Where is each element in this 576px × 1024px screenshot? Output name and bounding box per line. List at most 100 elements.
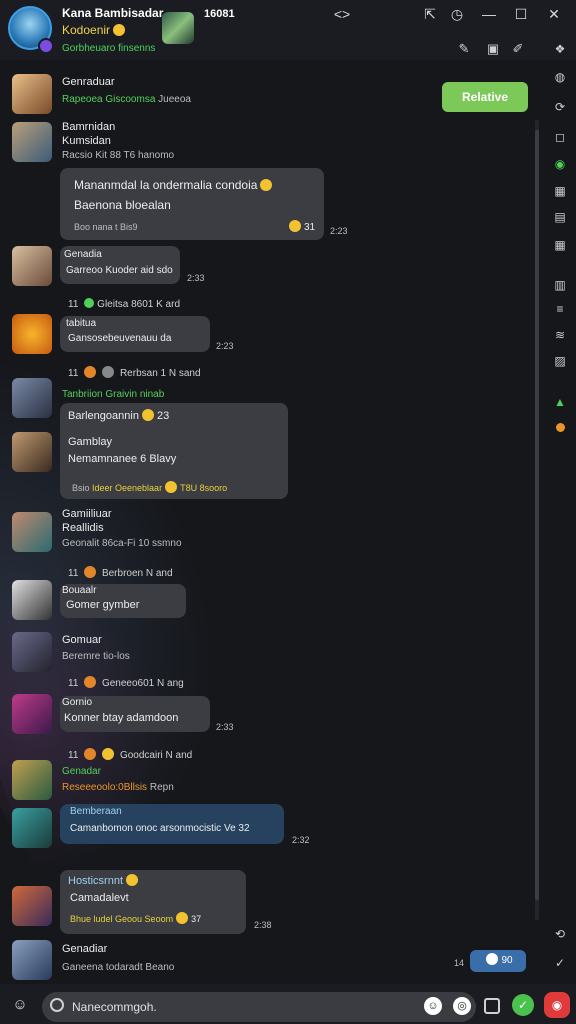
timestamp: 2:23 [216, 341, 234, 351]
sender-name[interactable]: Bouaalr [62, 585, 96, 596]
message-text: Gomer gymber [66, 599, 140, 611]
sender-name[interactable]: Genadiar [62, 943, 107, 955]
pin-icon[interactable]: ⇱ [421, 5, 439, 23]
pen-icon[interactable]: ✎ [456, 41, 472, 57]
presence-badge [38, 38, 54, 54]
avatar[interactable] [12, 940, 52, 980]
timestamp: 2:32 [292, 835, 310, 845]
check-circle-icon[interactable]: ◉ [551, 155, 569, 173]
avatar[interactable] [12, 314, 52, 354]
status-dot-icon [556, 423, 565, 432]
attach-icon[interactable] [50, 998, 64, 1012]
list-icon[interactable]: ≡ [551, 300, 569, 318]
group-avatar[interactable] [162, 12, 194, 44]
avatar[interactable] [12, 760, 52, 800]
avatar[interactable] [12, 580, 52, 620]
message-meta: Beremre tio-los [62, 651, 130, 662]
avatar[interactable] [12, 632, 52, 672]
unread-count: 14 [454, 958, 465, 968]
sender-name[interactable]: Genadia [64, 249, 102, 260]
timer-icon[interactable]: ◷ [448, 5, 466, 23]
chat-status: Kodoenir [62, 23, 128, 37]
avatar[interactable] [12, 512, 52, 552]
scrollbar-thumb[interactable] [535, 130, 539, 900]
edit-icon[interactable]: ✐ [510, 41, 526, 57]
refresh-icon[interactable]: ⟳ [551, 98, 569, 116]
system-message: 11 Rerbsan 1 N sand [68, 366, 201, 379]
timestamp: 2:23 [330, 226, 348, 236]
bot-icon[interactable]: ☺ [10, 995, 30, 1015]
gallery-icon[interactable]: ▦ [551, 236, 569, 254]
code-icon[interactable]: <> [333, 5, 351, 23]
photo-icon[interactable]: ▨ [551, 352, 569, 370]
emoji-icon [102, 366, 115, 378]
message-text: Gansosebeuvenauu da [68, 333, 172, 344]
chat-icon[interactable]: ◻ [551, 128, 569, 146]
sender-name[interactable]: Genadar [62, 766, 101, 777]
gift-icon[interactable]: ❖ [551, 40, 569, 58]
sender-name[interactable]: Bamrnidan Kumsidan [62, 120, 115, 148]
message-input-placeholder[interactable]: Nanecommgoh. [72, 1000, 157, 1014]
header-counter: 16081 [204, 8, 235, 20]
message-meta: Boo nana t Bis9 [74, 222, 138, 232]
message-meta: Bhue ludel Geoou Seoom 37 [70, 912, 202, 924]
avatar[interactable] [12, 74, 52, 114]
avatar[interactable] [12, 378, 52, 418]
reaction[interactable]: 31 [286, 220, 315, 233]
sender-name[interactable]: Bemberaan [70, 806, 122, 817]
history-icon[interactable]: ⟲ [551, 925, 569, 943]
jump-to-latest-button[interactable]: 90 [470, 950, 526, 972]
emoji-picker-icon[interactable]: ☺ [424, 997, 442, 1015]
sender-name[interactable]: Hosticsrnnt [68, 874, 141, 887]
record-icon[interactable]: ◉ [544, 992, 570, 1018]
gif-icon[interactable] [484, 998, 500, 1014]
emoji-icon [84, 566, 97, 578]
sender-name[interactable]: Tanbriion Graivin ninab [62, 389, 164, 400]
minimize-icon[interactable]: — [480, 5, 498, 23]
chat-title: Kana Bambisadar [62, 6, 164, 20]
arrow-icon [486, 953, 499, 965]
relative-button[interactable]: Relative [442, 82, 528, 112]
message-meta: Reseeeoolo:0Bllsis Repn [62, 782, 174, 793]
voice-icon[interactable]: ≋ [551, 326, 569, 344]
check-icon[interactable]: ✓ [551, 954, 569, 972]
emoji-icon [102, 748, 115, 760]
maximize-icon[interactable]: ☐ [512, 5, 530, 23]
sender-name[interactable]: Gamiiliuar Reallidis [62, 507, 112, 535]
avatar[interactable] [12, 246, 52, 286]
emoji-icon [176, 912, 189, 924]
emoji-icon [289, 220, 301, 232]
wifi-icon[interactable]: ◍ [551, 68, 569, 86]
sender-name[interactable]: Gomuar [62, 634, 102, 646]
system-message: 11 Gleitsa 8601 K ard [68, 298, 180, 310]
emoji-icon [84, 748, 97, 760]
emoji-icon [165, 481, 178, 493]
message-text: Konner btay adamdoon [64, 712, 179, 724]
emoji-icon [113, 24, 126, 36]
avatar[interactable] [12, 886, 52, 926]
avatar[interactable] [12, 432, 52, 472]
avatar[interactable] [12, 694, 52, 734]
sender-name[interactable]: Gornio [62, 697, 92, 708]
close-icon[interactable]: ✕ [545, 5, 563, 23]
avatar[interactable] [12, 808, 52, 848]
message-text: Mananmdal la ondermalia condoia [74, 178, 275, 192]
chart-icon[interactable]: ▥ [551, 276, 569, 294]
upload-icon[interactable]: ▲ [551, 393, 569, 411]
emoji-icon [141, 409, 154, 421]
emoji-icon [260, 179, 273, 191]
message-meta: Bsio Ideer Oeeneblaar T8U 8sooro [72, 481, 228, 493]
image-icon[interactable]: ▤ [551, 208, 569, 226]
sender-name[interactable]: tabitua [66, 318, 96, 329]
send-icon[interactable]: ✓ [512, 994, 534, 1016]
message-meta: Geonalit 86ca-Fi 10 ssmno [62, 538, 182, 549]
sender-name[interactable]: Genraduar [62, 76, 115, 88]
message-text: Gamblay [68, 436, 113, 448]
sticker-icon[interactable]: ◎ [453, 997, 471, 1015]
sticker-icon[interactable]: ▦ [551, 182, 569, 200]
copy-icon[interactable]: ▣ [485, 41, 501, 57]
avatar[interactable] [12, 122, 52, 162]
timestamp: 2:33 [216, 722, 234, 732]
group-icon [84, 298, 95, 308]
message-text: Camadalevt [70, 892, 129, 904]
